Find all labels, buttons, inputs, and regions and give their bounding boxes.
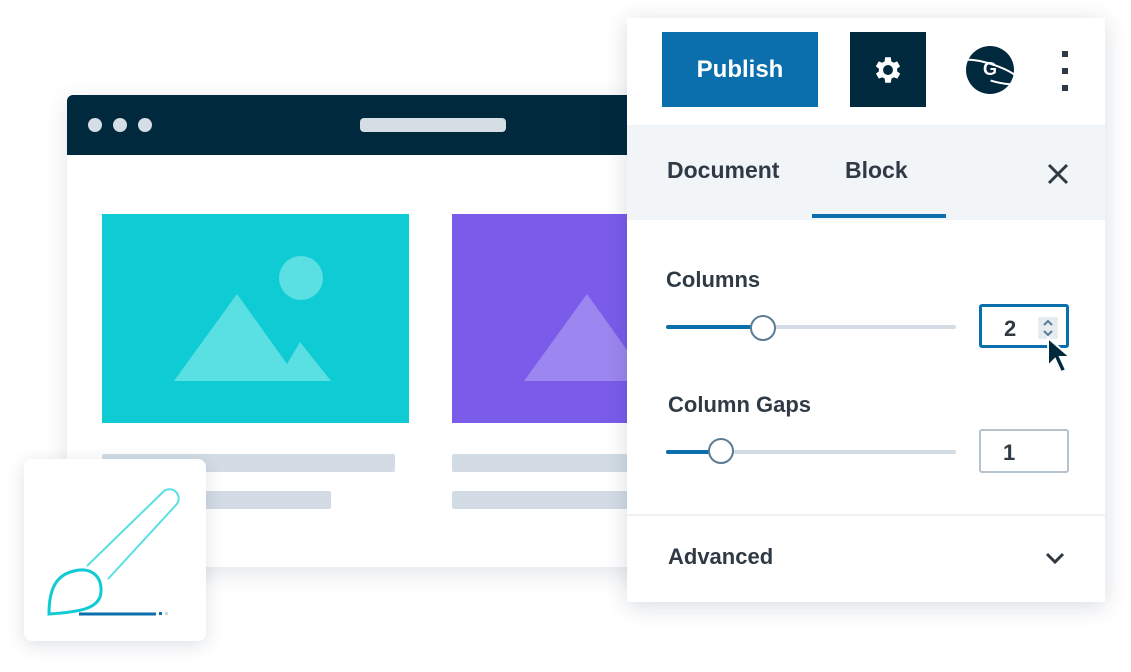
window-dot bbox=[88, 118, 102, 132]
columns-value: 2 bbox=[1004, 316, 1017, 341]
window-dot bbox=[138, 118, 152, 132]
paintbrush-icon bbox=[47, 488, 180, 616]
image-icon bbox=[174, 256, 331, 381]
columns-slider-fill bbox=[666, 325, 763, 329]
advanced-section-toggle[interactable]: Advanced bbox=[627, 516, 1105, 602]
vertical-ellipsis-icon bbox=[1062, 51, 1068, 91]
url-bar bbox=[360, 118, 506, 132]
close-icon[interactable] bbox=[1047, 163, 1069, 185]
chevron-down-icon bbox=[1045, 552, 1065, 565]
avatar[interactable]: G bbox=[959, 42, 1021, 98]
sidebar-tabs: Document Block bbox=[627, 125, 1105, 220]
window-dot bbox=[113, 118, 127, 132]
publish-button[interactable]: Publish bbox=[662, 32, 818, 107]
tab-block[interactable]: Block bbox=[845, 157, 908, 184]
settings-button[interactable] bbox=[850, 32, 926, 107]
brush-card bbox=[24, 459, 206, 641]
column-gaps-input[interactable]: 1 bbox=[979, 429, 1069, 473]
column-gaps-value: 1 bbox=[1003, 440, 1016, 465]
advanced-label: Advanced bbox=[668, 544, 774, 569]
columns-label: Columns bbox=[666, 267, 761, 292]
browser-titlebar bbox=[67, 95, 667, 155]
mouse-cursor-icon bbox=[1047, 336, 1072, 374]
more-options-button[interactable] bbox=[1059, 51, 1071, 91]
columns-slider-handle[interactable] bbox=[750, 315, 776, 341]
column-gaps-slider-handle[interactable] bbox=[708, 438, 734, 464]
gear-icon bbox=[875, 56, 901, 83]
tab-document[interactable]: Document bbox=[667, 157, 779, 184]
block-settings-panel: Publish G Document Block Columns 2 Colum… bbox=[627, 18, 1105, 602]
image-placeholder-teal bbox=[102, 214, 409, 423]
column-gaps-label: Column Gaps bbox=[668, 392, 812, 417]
avatar-letter: G bbox=[983, 59, 998, 79]
active-tab-indicator bbox=[812, 214, 946, 218]
